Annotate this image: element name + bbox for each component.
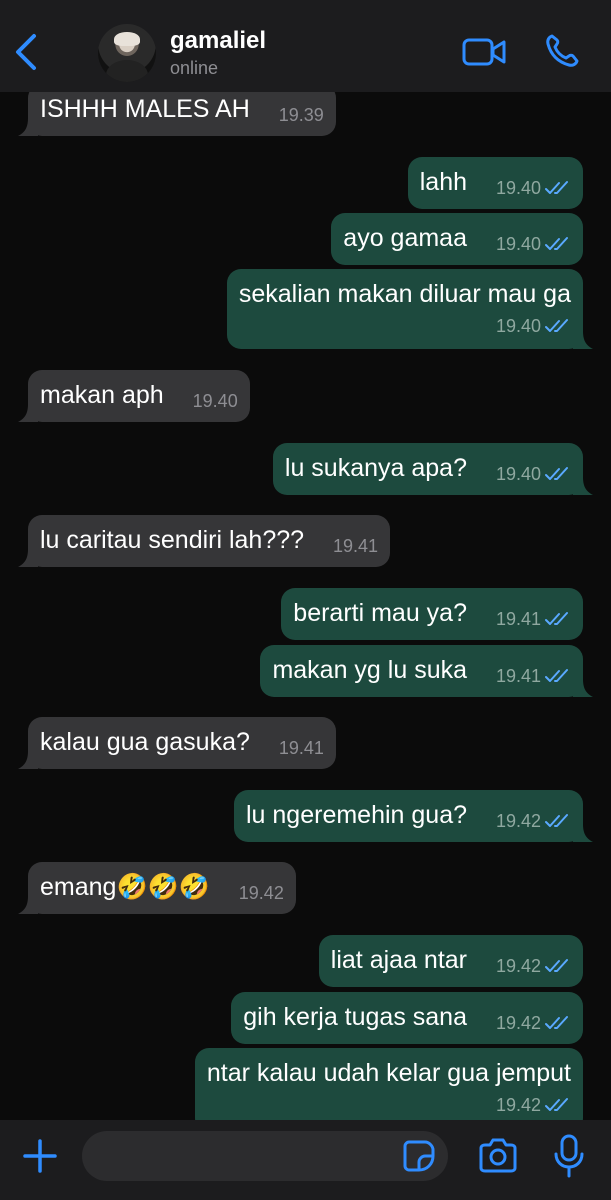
read-receipt-icon — [545, 319, 568, 332]
message-text: liat ajaa ntar — [330, 946, 467, 974]
message-bubble-incoming[interactable]: lu caritau sendiri lah??? 19.41 — [18, 515, 391, 567]
read-receipt-icon — [545, 181, 568, 194]
message-text: lu ngeremehin gua? — [246, 801, 467, 829]
message-text: ntar kalau udah kelar gua jemput — [206, 1059, 571, 1087]
message-text: berarti mau ya? — [293, 599, 467, 627]
message-bubble-incoming[interactable]: kalau gua gasuka? 19.41 — [18, 717, 336, 769]
message-time: 19.42 — [207, 1090, 571, 1120]
message-bubble-outgoing[interactable]: makan yg lu suka 19.41 — [260, 645, 593, 697]
video-call-icon[interactable] — [462, 36, 506, 68]
message-time: 19.40 — [496, 173, 571, 203]
message-text: lahh — [419, 168, 467, 196]
message-bubble-outgoing[interactable]: liat ajaa ntar 19.42 — [318, 935, 583, 987]
bubble-tail — [18, 751, 38, 769]
message-time: 19.41 — [278, 738, 324, 758]
avatar[interactable] — [98, 24, 156, 82]
contact-status: online — [170, 58, 219, 78]
avatar-body — [106, 60, 148, 82]
read-receipt-icon — [545, 669, 568, 682]
chat-area[interactable]: ISHHH MALES AH 19.39 lahh 19.40 ayo gama… — [0, 0, 611, 1120]
message-bubble-outgoing[interactable]: lu ngeremehin gua? 19.42 — [234, 790, 593, 842]
message-bubble-incoming[interactable]: emang🤣🤣🤣 19.42 — [18, 862, 296, 914]
message-bubble-outgoing[interactable]: gih kerja tugas sana 19.42 — [231, 992, 583, 1044]
message-text: gih kerja tugas sana — [243, 1003, 467, 1031]
message-bubble-outgoing[interactable]: lahh 19.40 — [407, 157, 583, 209]
phone-call-icon[interactable] — [544, 33, 580, 69]
read-receipt-icon — [545, 612, 568, 625]
message-time: 19.40 — [496, 459, 571, 489]
read-receipt-icon — [545, 1016, 568, 1029]
message-time: 19.40 — [192, 391, 238, 411]
message-time: 19.40 — [496, 229, 571, 259]
bubble-tail — [18, 404, 38, 422]
message-text: sekalian makan diluar mau ga — [238, 280, 571, 308]
message-text: makan aph — [40, 381, 164, 409]
bubble-tail — [18, 549, 38, 567]
message-time: 19.39 — [278, 105, 324, 125]
read-receipt-icon — [545, 814, 568, 827]
message-time: 19.42 — [496, 1008, 571, 1038]
bubble-tail — [18, 896, 38, 914]
contact-name[interactable]: gamaliel — [170, 27, 266, 55]
bubble-tail — [573, 824, 593, 842]
message-time: 19.42 — [496, 951, 571, 981]
message-time: 19.42 — [238, 883, 284, 903]
message-time: 19.41 — [496, 604, 571, 634]
message-bubble-outgoing[interactable]: sekalian makan diluar mau ga 19.40 — [226, 269, 593, 349]
message-bubble-outgoing[interactable]: lu sukanya apa? 19.40 — [272, 443, 593, 495]
message-bubble-outgoing[interactable]: ayo gamaa 19.40 — [331, 213, 583, 265]
bubble-tail — [573, 679, 593, 697]
message-text: lu sukanya apa? — [284, 454, 467, 482]
read-receipt-icon — [545, 959, 568, 972]
message-bubble-incoming[interactable]: makan aph 19.40 — [18, 370, 250, 422]
bubble-tail — [18, 118, 38, 136]
read-receipt-icon — [545, 1098, 568, 1111]
message-time: 19.41 — [333, 536, 379, 556]
microphone-icon[interactable] — [553, 1134, 585, 1178]
chat-header: gamaliel online — [0, 0, 611, 92]
message-time: 19.41 — [496, 661, 571, 691]
bubble-tail — [573, 477, 593, 495]
message-time: 19.42 — [496, 806, 571, 836]
message-bubble-outgoing[interactable]: ntar kalau udah kelar gua jemput 19.42 — [194, 1048, 583, 1120]
avatar-hair — [114, 32, 140, 46]
read-receipt-icon — [545, 237, 568, 250]
message-text: ayo gamaa — [343, 224, 467, 252]
composer-bar — [0, 1120, 611, 1200]
message-input[interactable] — [82, 1131, 448, 1181]
camera-icon[interactable] — [478, 1138, 518, 1174]
message-text: kalau gua gasuka? — [40, 728, 250, 756]
bubble-tail — [573, 331, 593, 349]
message-bubble-outgoing[interactable]: berarti mau ya? 19.41 — [281, 588, 583, 640]
message-text: makan yg lu suka — [272, 656, 467, 684]
message-text: emang🤣🤣🤣 — [40, 873, 210, 901]
sticker-icon[interactable] — [403, 1140, 435, 1172]
read-receipt-icon — [545, 467, 568, 480]
message-text: ISHHH MALES AH — [40, 95, 250, 123]
back-button[interactable] — [10, 32, 42, 72]
message-text: lu caritau sendiri lah??? — [40, 526, 305, 554]
message-time: 19.40 — [239, 311, 571, 341]
plus-icon[interactable] — [22, 1138, 58, 1174]
